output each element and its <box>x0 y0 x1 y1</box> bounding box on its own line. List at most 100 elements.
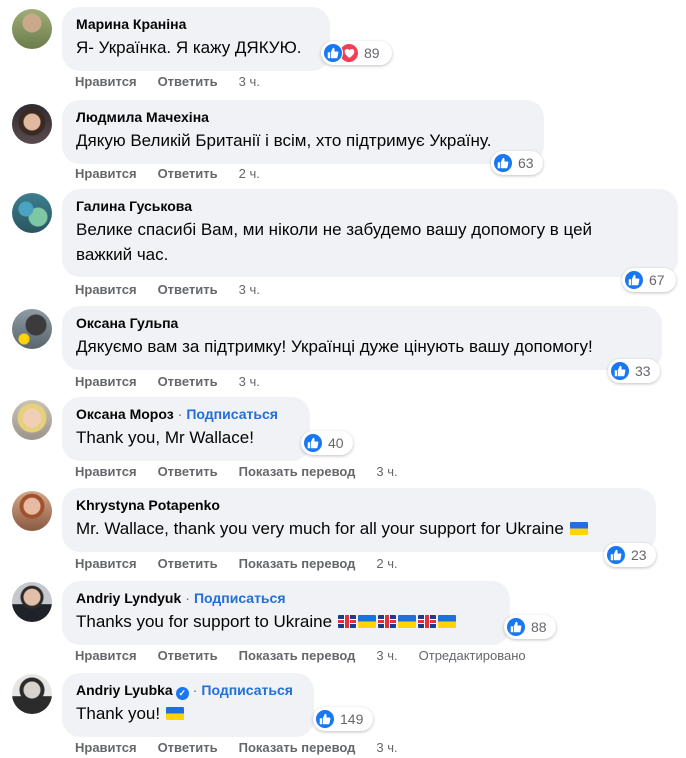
like-link[interactable]: Нравится <box>75 740 137 755</box>
author-name[interactable]: Оксана Гульпа <box>76 315 178 331</box>
avatar[interactable] <box>12 582 52 622</box>
timestamp[interactable]: 3 ч. <box>376 648 397 663</box>
timestamp[interactable]: 2 ч. <box>239 166 260 181</box>
comment-text: Дякуємо вам за підтримку! Українці дуже … <box>76 337 593 356</box>
avatar[interactable] <box>12 9 52 49</box>
edited-label: Отредактировано <box>418 648 526 663</box>
reactions-summary[interactable]: 63 <box>491 151 543 175</box>
follow-link[interactable]: Подписаться <box>186 406 278 422</box>
reply-link[interactable]: Ответить <box>158 740 218 755</box>
comment-bubble: Andriy Lyubka ✓ · Подписаться Thank you! <box>62 673 314 737</box>
reactions-summary[interactable]: 149 <box>313 707 373 731</box>
timestamp[interactable]: 3 ч. <box>376 464 397 479</box>
ukraine-flag <box>165 707 184 720</box>
reply-link[interactable]: Ответить <box>158 648 218 663</box>
reaction-count: 89 <box>364 45 380 61</box>
reply-link[interactable]: Ответить <box>158 166 218 181</box>
author-line: Марина Краніна <box>76 15 316 34</box>
thumbs-up-icon <box>323 43 343 63</box>
author-name[interactable]: Марина Краніна <box>76 16 186 32</box>
reactions-summary[interactable]: 23 <box>604 543 656 567</box>
translate-link[interactable]: Показать перевод <box>239 740 356 755</box>
timestamp[interactable]: 3 ч. <box>239 374 260 389</box>
author-name[interactable]: Andriy Lyubka <box>76 682 173 698</box>
avatar[interactable] <box>12 104 52 144</box>
avatar[interactable] <box>12 674 52 714</box>
reactions-summary[interactable]: 88 <box>504 615 556 639</box>
reaction-count: 33 <box>635 363 651 379</box>
thumbs-up-icon <box>315 709 335 729</box>
comment-bubble: Andriy Lyndyuk · Подписаться Thanks you fo… <box>62 581 510 645</box>
comment-bubble: Галина Гуськова Велике спасибі Вам, ми н… <box>62 189 678 277</box>
comment-actions: Нравится Ответить 3 ч. <box>75 74 281 90</box>
reply-link[interactable]: Ответить <box>158 282 218 297</box>
comment-bubble: Людмила Мачехіна Дякую Великій Британії … <box>62 100 544 164</box>
comment-text: Дякую Великій Британії і всім, хто підтр… <box>76 131 492 150</box>
translate-link[interactable]: Показать перевод <box>239 648 356 663</box>
reactions-summary[interactable]: 67 <box>622 268 676 292</box>
avatar[interactable] <box>12 400 52 440</box>
verified-badge-icon: ✓ <box>175 687 189 700</box>
comment-bubble: Оксана Мороз · Подписаться Thank you, Mr W… <box>62 397 310 461</box>
thumbs-up-icon <box>606 545 626 565</box>
author-name[interactable]: Andriy Lyndyuk <box>76 590 181 606</box>
avatar[interactable] <box>12 193 52 233</box>
ukraine-flag <box>397 615 416 628</box>
ukraine-flag <box>357 615 376 628</box>
reaction-count: 88 <box>531 619 547 635</box>
author-name[interactable]: Людмила Мачехіна <box>76 109 209 125</box>
avatar[interactable] <box>12 309 52 349</box>
ukraine-flag <box>437 615 456 628</box>
reply-link[interactable]: Ответить <box>158 74 218 89</box>
comment-text: Mr. Wallace, thank you very much for all… <box>76 516 642 541</box>
author-name[interactable]: Khrystyna Potapenko <box>76 497 220 513</box>
timestamp[interactable]: 2 ч. <box>376 556 397 571</box>
follow-link[interactable]: Подписаться <box>194 590 286 606</box>
comment-actions: Нравится Ответить 2 ч. <box>75 166 281 182</box>
author-name[interactable]: Оксана Мороз <box>76 406 174 422</box>
like-link[interactable]: Нравится <box>75 282 137 297</box>
reaction-count: 63 <box>518 155 534 171</box>
reply-link[interactable]: Ответить <box>158 374 218 389</box>
like-link[interactable]: Нравится <box>75 374 137 389</box>
timestamp[interactable]: 3 ч. <box>239 282 260 297</box>
reactions-summary[interactable]: 33 <box>608 359 660 383</box>
like-link[interactable]: Нравится <box>75 74 137 89</box>
reaction-count: 40 <box>328 435 344 451</box>
reactions-summary[interactable]: 40 <box>301 431 353 455</box>
like-link[interactable]: Нравится <box>75 648 137 663</box>
reaction-count: 149 <box>340 711 364 727</box>
comment-actions: Нравится Ответить Показать перевод 3 ч. Отре… <box>75 648 526 664</box>
comment-bubble: Оксана Гульпа Дякуємо вам за підтримку! … <box>62 306 662 370</box>
reply-link[interactable]: Ответить <box>158 464 218 479</box>
like-link[interactable]: Нравится <box>75 556 137 571</box>
reactions-summary[interactable]: 89 <box>321 41 392 65</box>
reply-link[interactable]: Ответить <box>158 556 218 571</box>
reaction-count: 67 <box>649 272 665 288</box>
avatar[interactable] <box>12 491 52 531</box>
author-line: Andriy Lyubka ✓ · Подписаться <box>76 682 293 700</box>
comment-text: Thanks you for support to Ukraine <box>76 609 496 634</box>
timestamp[interactable]: 3 ч. <box>239 74 260 89</box>
like-link[interactable]: Нравится <box>75 464 137 479</box>
ukraine-flag <box>569 522 588 535</box>
comment-actions: Нравится Ответить 3 ч. <box>75 282 281 298</box>
uk-flag <box>337 615 356 628</box>
comment-text: Велике спасибі Вам, ми ніколи не забудем… <box>76 220 593 264</box>
thumbs-up-icon <box>610 361 630 381</box>
author-name[interactable]: Галина Гуськова <box>76 198 192 214</box>
thumbs-up-icon <box>303 433 323 453</box>
timestamp[interactable]: 3 ч. <box>376 740 397 755</box>
author-line: Оксана Мороз · Подписаться <box>76 406 278 422</box>
uk-flag <box>417 615 436 628</box>
thumbs-up-icon <box>506 617 526 637</box>
comment-actions: Нравится Ответить Показать перевод 2 ч. <box>75 556 419 572</box>
translate-link[interactable]: Показать перевод <box>239 464 356 479</box>
comment-text: Thank you! <box>76 701 300 726</box>
author-line: Галина Гуськова <box>76 197 664 216</box>
follow-link[interactable]: Подписаться <box>201 682 293 698</box>
reaction-count: 23 <box>631 547 647 563</box>
like-link[interactable]: Нравится <box>75 166 137 181</box>
thumbs-up-icon <box>493 153 513 173</box>
translate-link[interactable]: Показать перевод <box>239 556 356 571</box>
